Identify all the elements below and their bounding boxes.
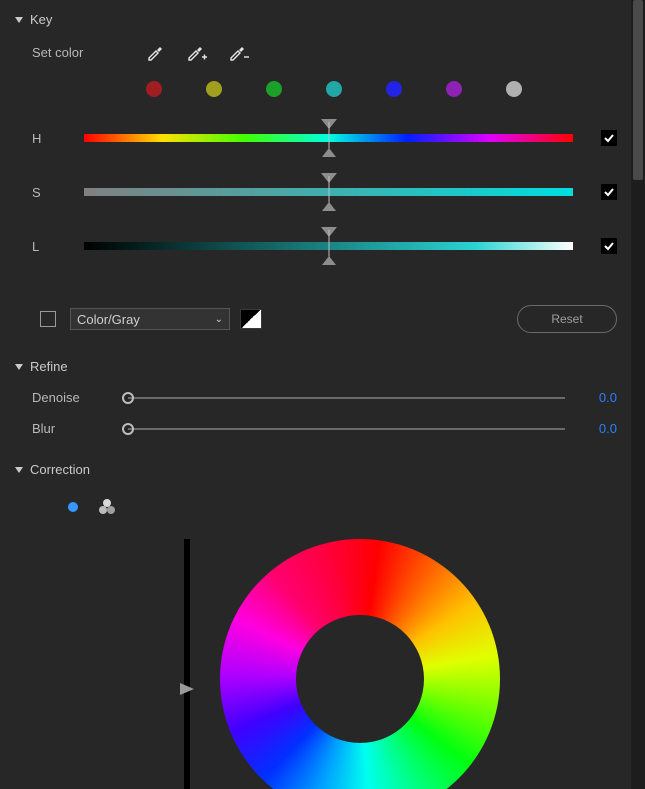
chevron-down-icon — [14, 362, 24, 372]
hue-label: H — [32, 131, 84, 146]
lightness-checkbox[interactable] — [601, 238, 617, 254]
swatch-blue[interactable] — [386, 81, 402, 97]
colorgray-row: Color/Gray ⌄ Reset — [14, 305, 617, 333]
eyedropper-add-icon[interactable] — [186, 41, 208, 63]
lightness-row: L — [14, 233, 617, 259]
blur-slider[interactable] — [118, 422, 565, 436]
slider-knob[interactable] — [122, 423, 134, 435]
lightness-slider[interactable] — [84, 233, 573, 259]
saturation-slider[interactable] — [84, 179, 573, 205]
lightness-label: L — [32, 239, 84, 254]
color-wheel-area — [184, 539, 514, 789]
panel-body: Key Set color H — [0, 0, 631, 789]
blur-row: Blur 0.0 — [14, 421, 617, 436]
denoise-slider[interactable] — [118, 391, 565, 405]
slider-handle-bottom[interactable] — [322, 256, 336, 265]
denoise-value[interactable]: 0.0 — [573, 390, 617, 405]
denoise-row: Denoise 0.0 — [14, 390, 617, 405]
invert-icon[interactable] — [240, 309, 262, 329]
swatch-gray[interactable] — [506, 81, 522, 97]
swatch-purple[interactable] — [446, 81, 462, 97]
saturation-row: S — [14, 179, 617, 205]
section-refine-title: Refine — [30, 359, 68, 374]
set-color-label: Set color — [32, 45, 124, 60]
colorgray-dropdown-label: Color/Gray — [77, 312, 140, 327]
swatch-red[interactable] — [146, 81, 162, 97]
correction-mode-switch — [14, 499, 617, 515]
section-key[interactable]: Key — [14, 12, 617, 27]
section-key-title: Key — [30, 12, 52, 27]
scrollbar[interactable] — [631, 0, 645, 789]
eyedropper-subtract-icon[interactable] — [228, 41, 250, 63]
colorgray-checkbox[interactable] — [40, 311, 56, 327]
swatch-green[interactable] — [266, 81, 282, 97]
reset-button[interactable]: Reset — [517, 305, 617, 333]
colorgray-dropdown[interactable]: Color/Gray ⌄ — [70, 308, 230, 330]
slider-handle-bottom[interactable] — [322, 148, 336, 157]
scrollbar-thumb[interactable] — [633, 0, 643, 180]
slider-handle-bottom[interactable] — [322, 202, 336, 211]
hue-checkbox[interactable] — [601, 130, 617, 146]
color-wheel[interactable] — [220, 539, 500, 789]
hue-slider[interactable] — [84, 125, 573, 151]
chevron-down-icon — [14, 465, 24, 475]
set-color-row: Set color — [14, 41, 617, 63]
swatch-olive[interactable] — [206, 81, 222, 97]
three-sphere-icon[interactable] — [98, 499, 116, 515]
luma-track[interactable] — [184, 539, 190, 789]
single-dot-icon[interactable] — [68, 502, 78, 512]
color-swatch-row — [14, 81, 617, 97]
blur-label: Blur — [32, 421, 118, 436]
hue-row: H — [14, 125, 617, 151]
chevron-down-icon — [14, 15, 24, 25]
section-refine[interactable]: Refine — [14, 359, 617, 374]
eyedropper-icon[interactable] — [144, 41, 166, 63]
section-correction[interactable]: Correction — [14, 462, 617, 477]
section-correction-title: Correction — [30, 462, 90, 477]
swatch-teal[interactable] — [326, 81, 342, 97]
denoise-label: Denoise — [32, 390, 118, 405]
saturation-label: S — [32, 185, 84, 200]
chevron-down-icon: ⌄ — [215, 314, 223, 325]
slider-knob[interactable] — [122, 392, 134, 404]
saturation-checkbox[interactable] — [601, 184, 617, 200]
blur-value[interactable]: 0.0 — [573, 421, 617, 436]
